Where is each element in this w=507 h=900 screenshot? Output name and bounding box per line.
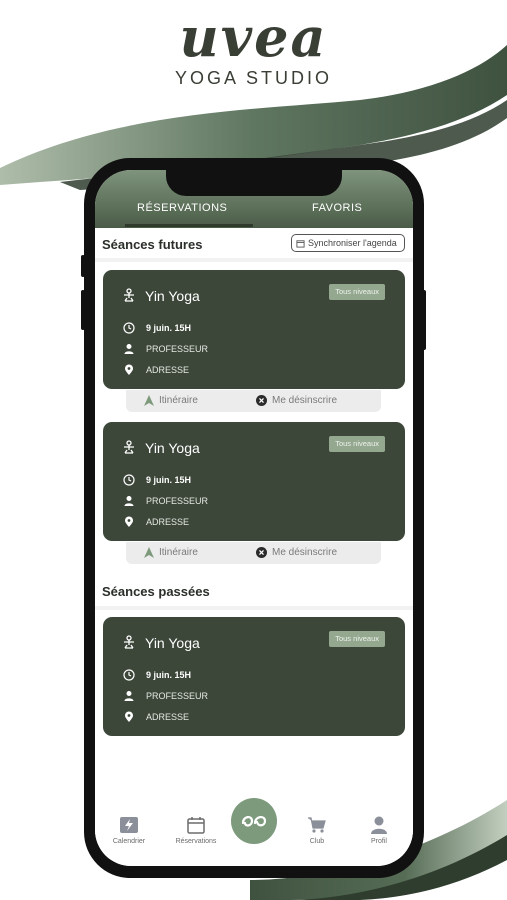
navigation-arrow-icon (144, 547, 154, 558)
itinerary-button[interactable]: Itinéraire (144, 395, 198, 406)
sync-calendar-label: Synchroniser l'agenda (308, 238, 397, 248)
user-icon (371, 816, 387, 834)
brand-tagline: YOGA STUDIO (174, 68, 333, 88)
session-teacher: PROFESSEUR (146, 496, 209, 506)
lightning-calendar-icon (120, 817, 138, 833)
close-circle-icon (256, 395, 267, 406)
sync-calendar-button[interactable]: Synchroniser l'agenda (291, 234, 405, 252)
session-time: 9 juin. 15H (146, 670, 192, 680)
calendar-icon (296, 239, 305, 248)
session-teacher-row: PROFESSEUR (123, 690, 208, 702)
session-address: ADRESSE (146, 517, 190, 527)
session-title: Yin Yoga (145, 440, 200, 456)
location-pin-icon (125, 711, 133, 722)
phone-side-button (422, 290, 426, 350)
session-card[interactable]: Yin Yoga Tous niveaux 9 juin. 15H PROFES… (103, 270, 405, 389)
itinerary-button[interactable]: Itinéraire (144, 547, 198, 558)
home-logo-button[interactable] (231, 798, 277, 844)
nav-profil-label: Profil (371, 838, 387, 845)
session-address: ADRESSE (146, 712, 190, 722)
unsubscribe-label: Me désinscrire (272, 547, 338, 558)
session-address-row: ADRESSE (123, 711, 189, 723)
level-badge: Tous niveaux (329, 436, 385, 452)
clock-icon (123, 474, 135, 486)
session-teacher: PROFESSEUR (146, 344, 209, 354)
nav-calendrier-label: Calendrier (112, 838, 146, 845)
session-time-row: 9 juin. 15H (123, 474, 191, 486)
past-sessions-title: Séances passées (102, 584, 210, 599)
nav-reservations[interactable]: Réservations (171, 816, 221, 845)
nav-calendrier[interactable]: Calendrier (104, 816, 154, 845)
unsubscribe-button[interactable]: Me désinscrire (256, 547, 337, 558)
cart-icon (308, 817, 326, 833)
nav-club-label: Club (309, 838, 325, 845)
session-time: 9 juin. 15H (146, 323, 192, 333)
session-title: Yin Yoga (145, 635, 200, 651)
unsubscribe-button[interactable]: Me désinscrire (256, 395, 337, 406)
person-icon (124, 691, 134, 701)
session-time: 9 juin. 15H (146, 475, 192, 485)
brand-logo: uvea YOGA STUDIO (0, 8, 507, 89)
section-divider (95, 258, 413, 262)
level-badge: Tous niveaux (329, 631, 385, 647)
clock-icon (123, 669, 135, 681)
location-pin-icon (125, 516, 133, 527)
calendar-icon (187, 817, 205, 834)
phone-side-button (81, 255, 85, 277)
person-icon (124, 344, 134, 354)
unsubscribe-label: Me désinscrire (272, 395, 338, 406)
phone-notch (166, 170, 342, 196)
uvea-logo-icon (241, 816, 267, 827)
bottom-navigation: Calendrier Réservations Club Profil (95, 798, 413, 866)
close-circle-icon (256, 547, 267, 558)
itinerary-label: Itinéraire (159, 547, 198, 558)
session-time-row: 9 juin. 15H (123, 669, 191, 681)
active-tab-indicator (125, 224, 253, 227)
section-divider (95, 606, 413, 610)
yoga-pose-icon (124, 440, 134, 454)
nav-reservations-label: Réservations (175, 838, 217, 845)
itinerary-label: Itinéraire (159, 395, 198, 406)
yoga-pose-icon (124, 288, 134, 302)
session-address: ADRESSE (146, 365, 190, 375)
brand-wordmark: uvea (179, 5, 328, 69)
session-teacher-row: PROFESSEUR (123, 343, 208, 355)
session-actions: Itinéraire Me désinscrire (126, 390, 381, 412)
location-pin-icon (125, 364, 133, 375)
yoga-pose-icon (124, 635, 134, 649)
person-icon (124, 496, 134, 506)
session-actions: Itinéraire Me désinscrire (126, 542, 381, 564)
future-sessions-title: Séances futures (102, 237, 203, 252)
tab-favoris[interactable]: FAVORIS (312, 202, 362, 214)
nav-club[interactable]: Club (292, 816, 342, 845)
session-time-row: 9 juin. 15H (123, 322, 191, 334)
phone-side-button (81, 290, 85, 330)
session-title: Yin Yoga (145, 288, 200, 304)
session-address-row: ADRESSE (123, 364, 189, 376)
session-card[interactable]: Yin Yoga Tous niveaux 9 juin. 15H PROFES… (103, 617, 405, 736)
nav-profil[interactable]: Profil (354, 816, 404, 845)
session-teacher-row: PROFESSEUR (123, 495, 208, 507)
clock-icon (123, 322, 135, 334)
navigation-arrow-icon (144, 395, 154, 406)
session-address-row: ADRESSE (123, 516, 189, 528)
level-badge: Tous niveaux (329, 284, 385, 300)
app-screen: RÉSERVATIONS FAVORIS Séances futures Syn… (95, 170, 413, 866)
tab-reservations[interactable]: RÉSERVATIONS (137, 202, 227, 214)
session-card[interactable]: Yin Yoga Tous niveaux 9 juin. 15H PROFES… (103, 422, 405, 541)
session-teacher: PROFESSEUR (146, 691, 209, 701)
